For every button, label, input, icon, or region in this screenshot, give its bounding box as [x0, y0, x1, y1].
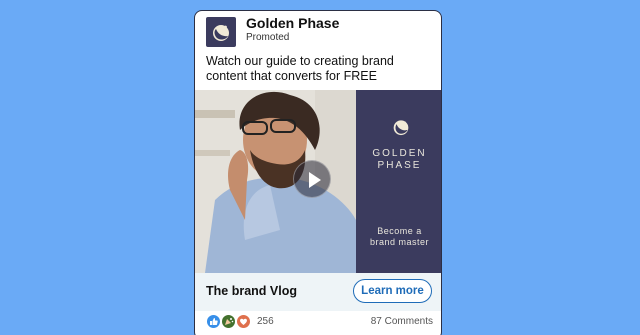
love-icon[interactable] [236, 314, 251, 329]
moon-logo-icon [393, 120, 409, 136]
brand-panel: GOLDEN PHASE Become a brand master [356, 90, 441, 273]
like-icon[interactable] [206, 314, 221, 329]
sponsored-post-card: Golden Phase Promoted Watch our guide to… [194, 10, 442, 335]
panel-tagline-line: Become a [377, 226, 422, 236]
play-button[interactable] [293, 160, 331, 198]
panel-title-line: GOLDEN [372, 148, 427, 159]
video-thumbnail[interactable]: GOLDEN PHASE Become a brand master [195, 90, 441, 273]
post-header: Golden Phase Promoted [195, 11, 441, 55]
celebrate-icon[interactable] [221, 314, 236, 329]
reaction-count[interactable]: 256 [257, 316, 274, 327]
panel-brand-title: GOLDEN PHASE [356, 148, 441, 172]
learn-more-button[interactable]: Learn more [353, 279, 432, 303]
cta-bar: The brand Vlog Learn more [195, 273, 441, 311]
play-icon [309, 172, 321, 188]
cta-title: The brand Vlog [206, 284, 297, 298]
panel-title-line: PHASE [377, 160, 422, 171]
brand-name[interactable]: Golden Phase [246, 15, 339, 31]
comments-count[interactable]: 87 Comments [371, 316, 433, 327]
brand-logo[interactable] [206, 17, 236, 47]
moon-logo-icon [213, 25, 229, 41]
panel-tagline: Become a brand master [356, 226, 441, 248]
panel-tagline-line: brand master [369, 237, 430, 247]
post-caption: Watch our guide to creating brand conten… [206, 54, 394, 83]
promoted-label: Promoted [246, 32, 290, 43]
social-counts: 256 87 Comments [195, 311, 441, 335]
